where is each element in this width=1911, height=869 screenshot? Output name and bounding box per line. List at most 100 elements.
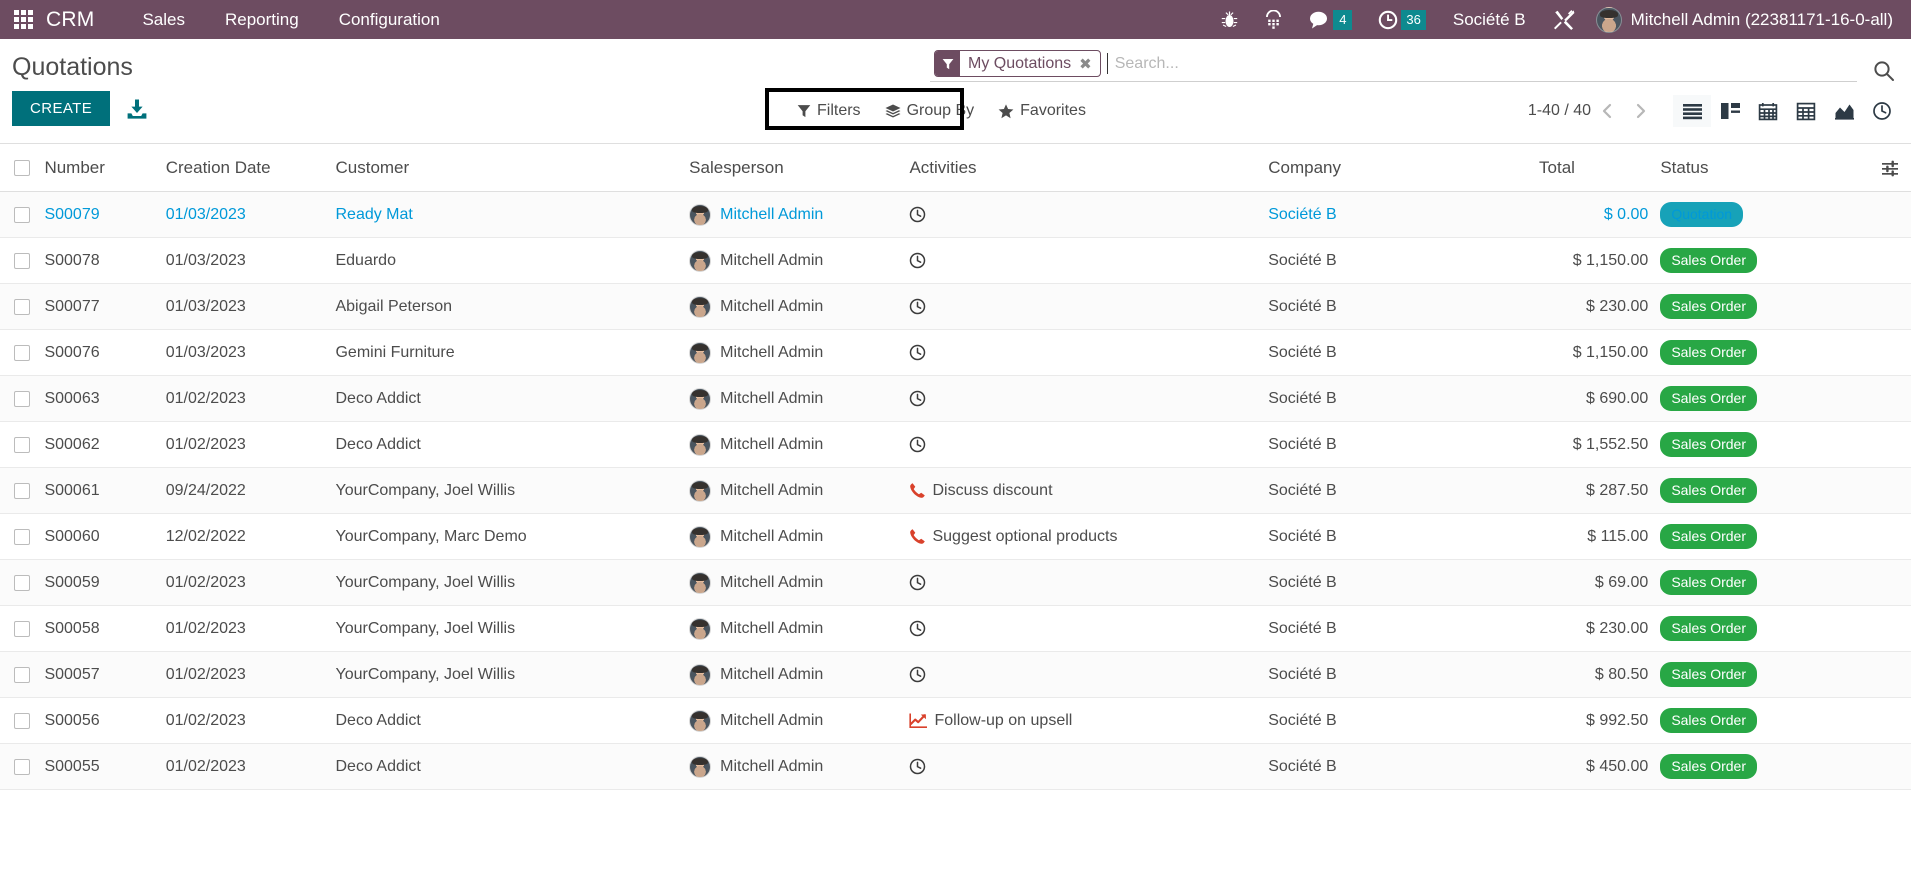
cell-number[interactable]: S00057: [44, 651, 166, 698]
chevron-right-icon[interactable]: [1624, 102, 1657, 120]
cell-salesperson[interactable]: Mitchell Admin: [689, 467, 910, 514]
cell-company[interactable]: Société B: [1268, 559, 1540, 606]
row-checkbox[interactable]: [14, 298, 30, 315]
cell-customer[interactable]: Gemini Furniture: [335, 329, 690, 376]
cell-customer[interactable]: YourCompany, Joel Willis: [335, 651, 690, 698]
cell-activities[interactable]: [909, 651, 1269, 698]
cell-salesperson[interactable]: Mitchell Admin: [689, 375, 910, 422]
cell-salesperson[interactable]: Mitchell Admin: [689, 743, 910, 790]
close-icon[interactable]: ✖: [1075, 51, 1100, 76]
cell-company[interactable]: Société B: [1268, 651, 1540, 698]
column-settings-sliders-icon[interactable]: [1871, 160, 1911, 177]
activities-clock-icon[interactable]: 36: [1365, 0, 1438, 39]
tools-wrench-screwdriver-icon[interactable]: [1540, 0, 1588, 39]
table-row[interactable]: S00061 09/24/2022 YourCompany, Joel Willis…: [0, 467, 1911, 514]
row-checkbox[interactable]: [14, 666, 30, 683]
chevron-left-icon[interactable]: [1591, 102, 1624, 120]
kanban-icon[interactable]: [1711, 95, 1749, 127]
cell-customer[interactable]: Deco Addict: [335, 421, 690, 468]
cell-salesperson[interactable]: Mitchell Admin: [689, 329, 910, 376]
table-row[interactable]: S00079 01/03/2023 Ready Mat Mitchell Admin S…: [0, 191, 1911, 238]
cell-customer[interactable]: Deco Addict: [335, 375, 690, 422]
cell-company[interactable]: Société B: [1268, 513, 1540, 560]
table-row[interactable]: S00076 01/03/2023 Gemini Furniture Mitchell…: [0, 329, 1911, 376]
search-facet-my-quotations[interactable]: My Quotations ✖: [934, 50, 1101, 77]
col-header-status[interactable]: Status: [1660, 144, 1871, 192]
group-by-dropdown[interactable]: Group By: [873, 96, 987, 126]
cell-customer[interactable]: Abigail Peterson: [335, 283, 690, 330]
cell-activities[interactable]: [909, 743, 1269, 790]
cell-company[interactable]: Société B: [1268, 467, 1540, 514]
col-header-total[interactable]: Total: [1539, 144, 1661, 192]
menu-reporting[interactable]: Reporting: [205, 0, 319, 39]
app-brand-crm[interactable]: CRM: [46, 8, 122, 32]
row-checkbox[interactable]: [14, 620, 30, 637]
col-header-salesperson[interactable]: Salesperson: [689, 144, 910, 192]
cell-activities[interactable]: [909, 375, 1269, 422]
cell-number[interactable]: S00063: [44, 375, 166, 422]
cell-number[interactable]: S00062: [44, 421, 166, 468]
cell-activities[interactable]: Follow-up on upsell: [909, 697, 1269, 744]
cell-customer[interactable]: Eduardo: [335, 237, 690, 284]
row-checkbox[interactable]: [14, 206, 30, 223]
cell-salesperson[interactable]: Mitchell Admin: [689, 559, 910, 606]
cell-company[interactable]: Société B: [1268, 191, 1540, 238]
row-checkbox[interactable]: [14, 758, 30, 775]
menu-configuration[interactable]: Configuration: [319, 0, 460, 39]
cell-number[interactable]: S00076: [44, 329, 166, 376]
cell-salesperson[interactable]: Mitchell Admin: [689, 697, 910, 744]
col-header-activities[interactable]: Activities: [909, 144, 1269, 192]
table-row[interactable]: S00063 01/02/2023 Deco Addict Mitchell Admi…: [0, 375, 1911, 422]
cell-number[interactable]: S00061: [44, 467, 166, 514]
cell-number[interactable]: S00058: [44, 605, 166, 652]
cell-company[interactable]: Société B: [1268, 743, 1540, 790]
row-checkbox[interactable]: [14, 482, 30, 499]
cell-salesperson[interactable]: Mitchell Admin: [689, 651, 910, 698]
cell-number[interactable]: S00055: [44, 743, 166, 790]
cell-company[interactable]: Société B: [1268, 283, 1540, 330]
select-all-checkbox[interactable]: [14, 160, 30, 176]
cell-salesperson[interactable]: Mitchell Admin: [689, 283, 910, 330]
filters-dropdown[interactable]: Filters: [785, 96, 873, 126]
cell-company[interactable]: Société B: [1268, 605, 1540, 652]
cell-number[interactable]: S00059: [44, 559, 166, 606]
cell-activities[interactable]: Discuss discount: [909, 467, 1269, 514]
menu-sales[interactable]: Sales: [122, 0, 205, 39]
cell-activities[interactable]: [909, 421, 1269, 468]
cell-customer[interactable]: YourCompany, Joel Willis: [335, 605, 690, 652]
row-checkbox[interactable]: [14, 436, 30, 453]
cell-company[interactable]: Société B: [1268, 237, 1540, 284]
cell-customer[interactable]: Deco Addict: [335, 697, 690, 744]
cell-number[interactable]: S00077: [44, 283, 166, 330]
favorites-dropdown[interactable]: Favorites: [986, 96, 1098, 126]
cell-company[interactable]: Société B: [1268, 421, 1540, 468]
col-header-company[interactable]: Company: [1268, 144, 1540, 192]
row-checkbox[interactable]: [14, 344, 30, 361]
pivot-table-icon[interactable]: [1787, 95, 1825, 127]
table-row[interactable]: S00058 01/02/2023 YourCompany, Joel Willis…: [0, 605, 1911, 652]
search-magnifier-icon[interactable]: [1865, 60, 1911, 82]
search-input[interactable]: [1112, 50, 1857, 77]
cell-salesperson[interactable]: Mitchell Admin: [689, 513, 910, 560]
row-checkbox[interactable]: [14, 528, 30, 545]
cell-salesperson[interactable]: Mitchell Admin: [689, 191, 910, 238]
cell-company[interactable]: Société B: [1268, 375, 1540, 422]
table-row[interactable]: S00077 01/03/2023 Abigail Peterson Mitchell…: [0, 283, 1911, 330]
cell-customer[interactable]: Ready Mat: [335, 191, 690, 238]
bug-icon[interactable]: [1208, 0, 1251, 39]
col-header-creation[interactable]: Creation Date: [165, 144, 336, 192]
cell-number[interactable]: S00078: [44, 237, 166, 284]
cell-number[interactable]: S00056: [44, 697, 166, 744]
table-row[interactable]: S00059 01/02/2023 YourCompany, Joel Willis…: [0, 559, 1911, 606]
user-menu[interactable]: Mitchell Admin (22381171-16-0-all): [1588, 6, 1903, 33]
cell-salesperson[interactable]: Mitchell Admin: [689, 421, 910, 468]
cell-customer[interactable]: YourCompany, Joel Willis: [335, 559, 690, 606]
cell-activities[interactable]: [909, 559, 1269, 606]
cell-customer[interactable]: YourCompany, Joel Willis: [335, 467, 690, 514]
clock-icon[interactable]: [1863, 95, 1901, 127]
table-row[interactable]: S00062 01/02/2023 Deco Addict Mitchell Admi…: [0, 421, 1911, 468]
company-switcher[interactable]: Société B: [1439, 10, 1540, 30]
cell-activities[interactable]: [909, 237, 1269, 284]
col-header-customer[interactable]: Customer: [335, 144, 690, 192]
cell-activities[interactable]: [909, 329, 1269, 376]
